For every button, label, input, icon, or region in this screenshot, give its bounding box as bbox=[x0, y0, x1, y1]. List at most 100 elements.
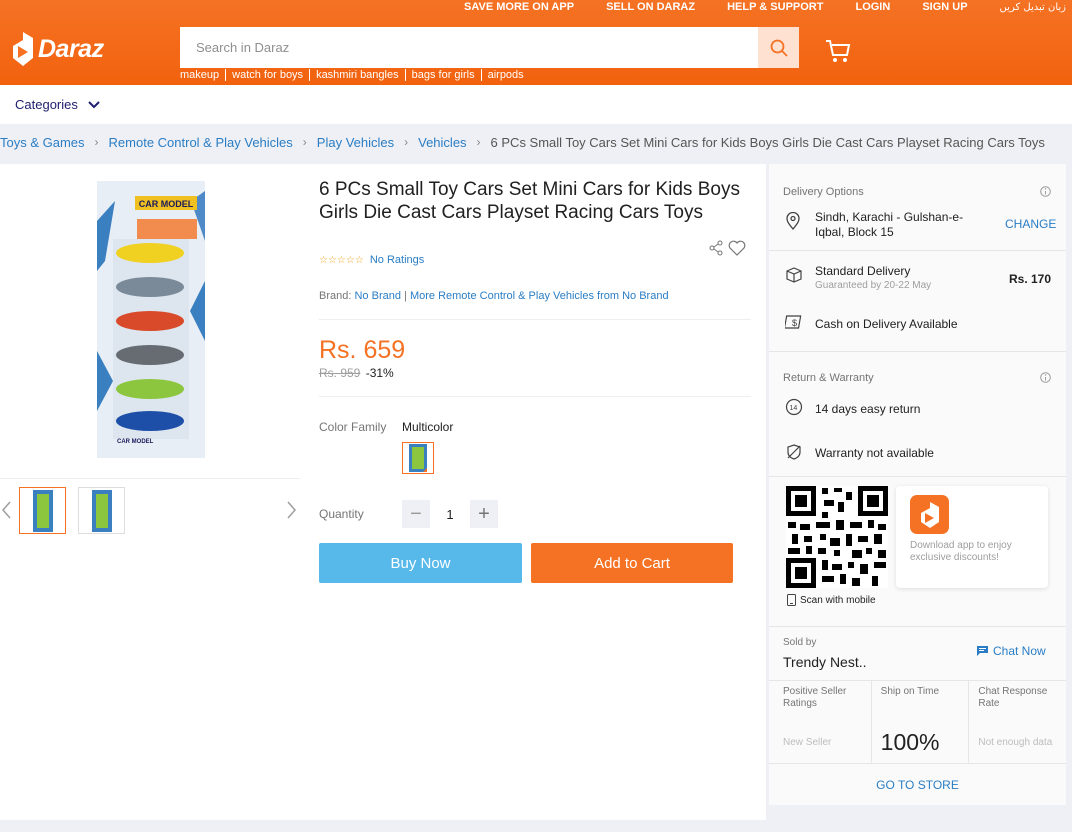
download-app-card[interactable]: Download app to enjoy exclusive discount… bbox=[896, 486, 1048, 588]
gallery-thumbnail[interactable] bbox=[78, 487, 125, 534]
categories-label: Categories bbox=[15, 97, 78, 112]
color-swatch[interactable] bbox=[402, 442, 434, 474]
suggestion-link[interactable]: makeup bbox=[180, 69, 225, 81]
top-nav: SAVE MORE ON APP SELL ON DARAZ HELP & SU… bbox=[464, 0, 1072, 14]
gallery-thumbnail[interactable] bbox=[19, 487, 66, 534]
cart-button[interactable] bbox=[824, 38, 852, 69]
daraz-app-icon bbox=[910, 495, 949, 534]
metric-value: Not enough data bbox=[978, 737, 1053, 748]
chat-now-label: Chat Now bbox=[993, 644, 1046, 658]
go-to-store-link[interactable]: GO TO STORE bbox=[769, 778, 1066, 792]
mobile-phone-icon bbox=[787, 594, 796, 606]
warranty-status: Warranty not available bbox=[815, 446, 934, 460]
gallery-prev-button[interactable] bbox=[0, 500, 12, 525]
info-icon[interactable] bbox=[1040, 184, 1051, 202]
divider bbox=[769, 351, 1066, 352]
sell-on-daraz-link[interactable]: SELL ON DARAZ bbox=[606, 1, 695, 13]
divider bbox=[769, 250, 1066, 251]
search-button[interactable] bbox=[758, 27, 799, 68]
chevron-left-icon bbox=[2, 501, 11, 519]
quantity-decrease-button[interactable]: − bbox=[402, 500, 430, 528]
share-actions bbox=[708, 240, 746, 256]
suggestion-link[interactable]: bags for girls bbox=[404, 69, 481, 81]
divider bbox=[769, 476, 1066, 477]
brand-info: Brand: No Brand | More Remote Control & … bbox=[319, 290, 669, 302]
metric-value: New Seller bbox=[783, 737, 832, 748]
share-icon[interactable] bbox=[708, 240, 724, 256]
brand-label: Brand: bbox=[319, 290, 352, 302]
divider bbox=[319, 319, 751, 320]
suggestion-link[interactable]: kashmiri bangles bbox=[309, 69, 405, 81]
positive-ratings-metric: Positive Seller Ratings New Seller bbox=[769, 681, 872, 763]
quantity-increase-button[interactable]: + bbox=[470, 500, 498, 528]
discount-badge: -31% bbox=[365, 366, 394, 380]
suggestion-link[interactable]: watch for boys bbox=[225, 69, 309, 81]
brand-link[interactable]: No Brand bbox=[354, 290, 400, 302]
standard-delivery-label: Standard Delivery bbox=[815, 264, 911, 278]
chevron-right-icon: › bbox=[404, 135, 409, 149]
quantity-stepper: − 1 + bbox=[402, 500, 498, 528]
seller-metrics: Positive Seller Ratings New Seller Ship … bbox=[769, 680, 1066, 764]
chat-response-metric: Chat Response Rate Not enough data bbox=[969, 681, 1066, 763]
chevron-down-icon bbox=[88, 100, 100, 108]
breadcrumb-link[interactable]: Remote Control & Play Vehicles bbox=[109, 135, 293, 150]
categories-bar: Categories bbox=[0, 85, 1072, 124]
return-warranty-heading: Return & Warranty bbox=[783, 372, 874, 384]
ship-on-time-metric: Ship on Time 100% bbox=[872, 681, 970, 763]
app-promo-text: Download app to enjoy exclusive discount… bbox=[910, 540, 1012, 563]
location-pin-icon bbox=[785, 211, 801, 235]
search-bar bbox=[180, 27, 799, 68]
gallery-next-button[interactable] bbox=[286, 500, 298, 525]
change-location-link[interactable]: CHANGE bbox=[1005, 217, 1056, 231]
add-to-cart-button[interactable]: Add to Cart bbox=[531, 543, 733, 583]
divider bbox=[319, 396, 751, 397]
app-qr-code bbox=[786, 486, 888, 588]
save-more-link[interactable]: SAVE MORE ON APP bbox=[464, 1, 574, 13]
search-input[interactable] bbox=[180, 27, 758, 68]
quantity-label: Quantity bbox=[319, 507, 364, 521]
scan-label: Scan with mobile bbox=[800, 594, 876, 606]
cash-on-delivery-icon: $ bbox=[783, 314, 803, 335]
daraz-logo[interactable]: Daraz bbox=[12, 32, 104, 66]
chevron-right-icon bbox=[287, 501, 296, 519]
more-from-brand-link[interactable]: More Remote Control & Play Vehicles from… bbox=[410, 290, 669, 302]
product-title: 6 PCs Small Toy Cars Set Mini Cars for K… bbox=[319, 179, 740, 223]
cart-icon bbox=[826, 40, 851, 62]
chat-icon bbox=[977, 646, 988, 656]
breadcrumb-link[interactable]: Play Vehicles bbox=[317, 135, 394, 150]
color-family-value: Multicolor bbox=[402, 420, 454, 434]
quantity-value[interactable]: 1 bbox=[430, 507, 470, 522]
delivery-box-icon bbox=[785, 266, 803, 289]
daraz-logo-icon bbox=[12, 32, 33, 66]
breadcrumb: Toys & Games › Remote Control & Play Veh… bbox=[0, 134, 1045, 150]
sold-by-label: Sold by bbox=[783, 637, 817, 648]
language-switch[interactable]: زبان تبدیل کریں bbox=[1000, 2, 1066, 13]
seller-name[interactable]: Trendy Nest.. bbox=[783, 654, 867, 670]
search-suggestions: makeup watch for boys kashmiri bangles b… bbox=[180, 69, 530, 81]
return-policy: 14 days easy return bbox=[815, 402, 921, 416]
daraz-logo-text: Daraz bbox=[38, 34, 104, 63]
breadcrumb-link[interactable]: Toys & Games bbox=[0, 135, 85, 150]
no-ratings-link[interactable]: No Ratings bbox=[370, 254, 424, 266]
gallery-divider bbox=[0, 478, 300, 479]
cod-available: Cash on Delivery Available bbox=[815, 317, 958, 331]
wishlist-heart-icon[interactable] bbox=[728, 240, 746, 256]
box-label: CAR MODEL bbox=[139, 199, 194, 209]
suggestion-link[interactable]: airpods bbox=[480, 69, 530, 81]
categories-dropdown[interactable]: Categories bbox=[15, 97, 100, 112]
search-icon bbox=[770, 39, 788, 57]
buy-now-button[interactable]: Buy Now bbox=[319, 543, 522, 583]
info-icon[interactable] bbox=[1040, 370, 1051, 388]
delivery-eta: Guaranteed by 20-22 May bbox=[815, 280, 932, 291]
breadcrumb-link[interactable]: Vehicles bbox=[418, 135, 466, 150]
product-image[interactable]: CAR MODEL CAR MODEL bbox=[95, 181, 207, 458]
chevron-right-icon: › bbox=[476, 135, 481, 149]
delivery-location: Sindh, Karachi - Gulshan-e-Iqbal, Block … bbox=[815, 210, 964, 239]
help-support-link[interactable]: HELP & SUPPORT bbox=[727, 1, 823, 13]
chat-now-button[interactable]: Chat Now bbox=[976, 644, 1046, 658]
signup-link[interactable]: SIGN UP bbox=[922, 1, 967, 13]
scan-with-mobile: Scan with mobile bbox=[787, 594, 876, 606]
metric-label: Chat Response Rate bbox=[978, 686, 1048, 709]
login-link[interactable]: LOGIN bbox=[855, 1, 890, 13]
chevron-right-icon: › bbox=[302, 135, 307, 149]
